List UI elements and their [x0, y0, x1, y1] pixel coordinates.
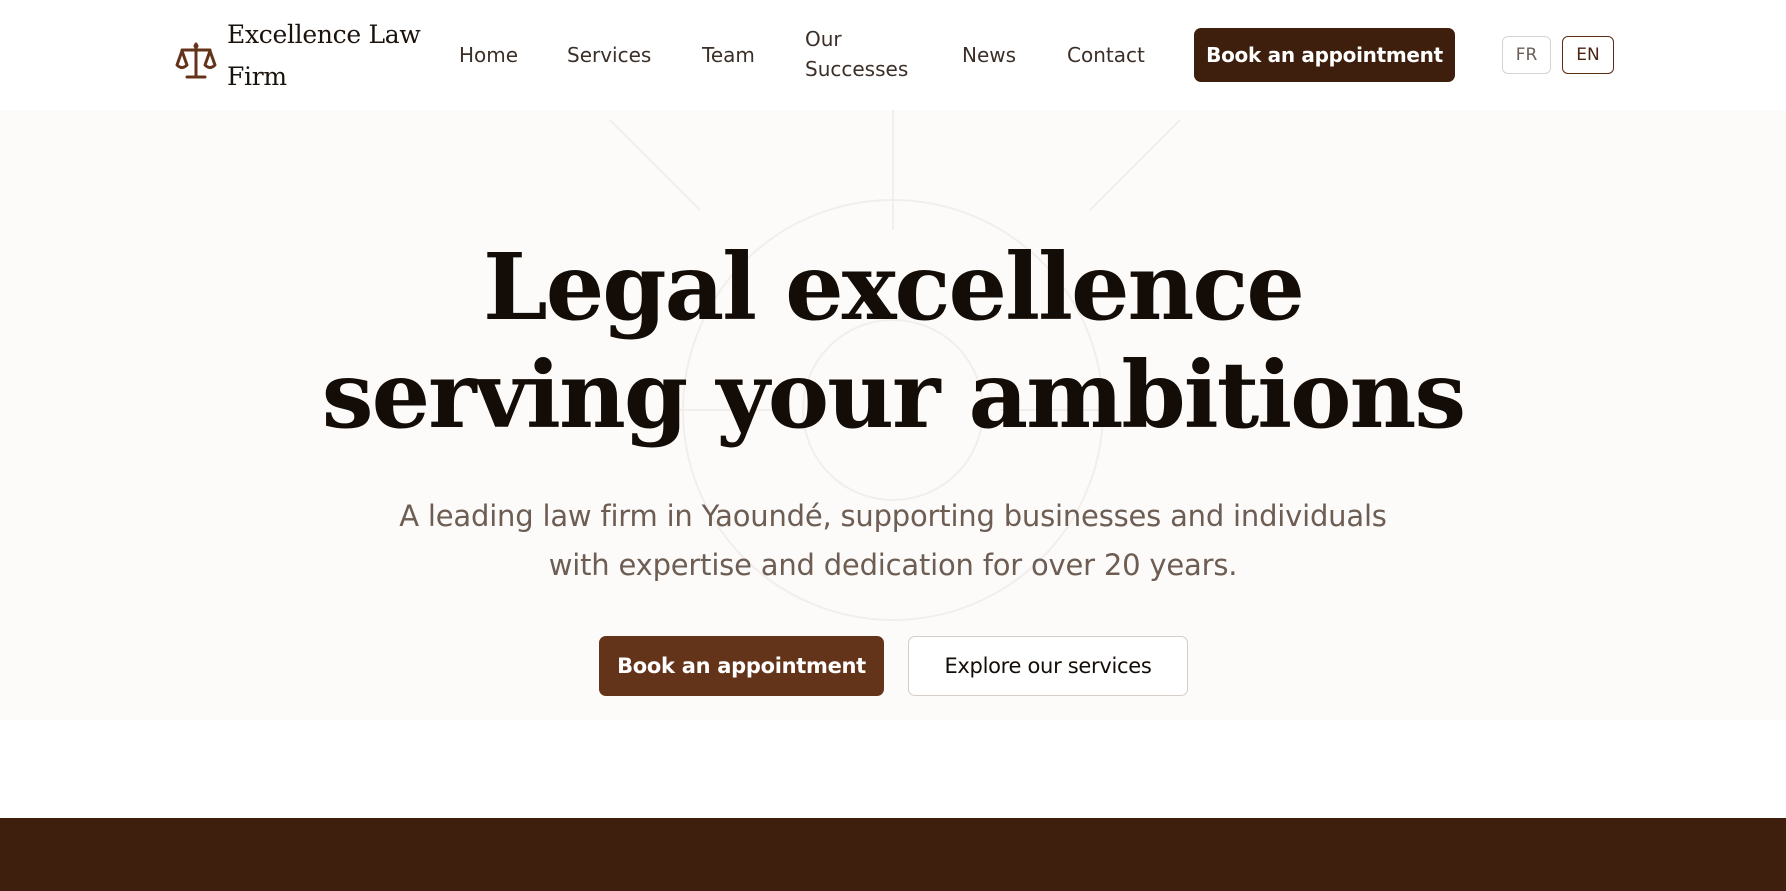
nav-home[interactable]: Home	[459, 40, 518, 70]
hero-title-line1: Legal excellence	[483, 233, 1305, 341]
hero-title: Legal excellence serving your ambitions	[0, 233, 1786, 449]
hero-section: Legal excellence serving your ambitions …	[0, 110, 1786, 720]
hero-subtitle: A leading law firm in Yaoundé, supportin…	[393, 492, 1393, 590]
brand-name: Excellence Law Firm	[227, 20, 421, 91]
language-fr-button[interactable]: FR	[1502, 36, 1551, 74]
site-header: Excellence Law Firm Home Services Team O…	[0, 0, 1786, 110]
header-book-appointment-button[interactable]: Book an appointment	[1194, 28, 1455, 82]
scales-of-justice-icon	[175, 40, 217, 82]
hero-subtitle-line2: with expertise and dedication for over 2…	[548, 548, 1238, 582]
logo[interactable]: Excellence Law Firm	[175, 14, 427, 98]
nav-our-successes[interactable]: Our Successes	[805, 24, 925, 84]
hero-title-line2: serving your ambitions	[321, 341, 1466, 449]
nav-services[interactable]: Services	[567, 40, 651, 70]
nav-news[interactable]: News	[962, 40, 1016, 70]
page: Excellence Law Firm Home Services Team O…	[0, 0, 1786, 891]
nav-team[interactable]: Team	[702, 40, 755, 70]
hero-book-appointment-button[interactable]: Book an appointment	[599, 636, 884, 696]
explore-services-button[interactable]: Explore our services	[908, 636, 1188, 696]
nav-contact[interactable]: Contact	[1067, 40, 1145, 70]
dark-section-band	[0, 818, 1786, 891]
hero-subtitle-line1: A leading law firm in Yaoundé, supportin…	[399, 499, 1387, 533]
language-en-button[interactable]: EN	[1562, 36, 1614, 74]
